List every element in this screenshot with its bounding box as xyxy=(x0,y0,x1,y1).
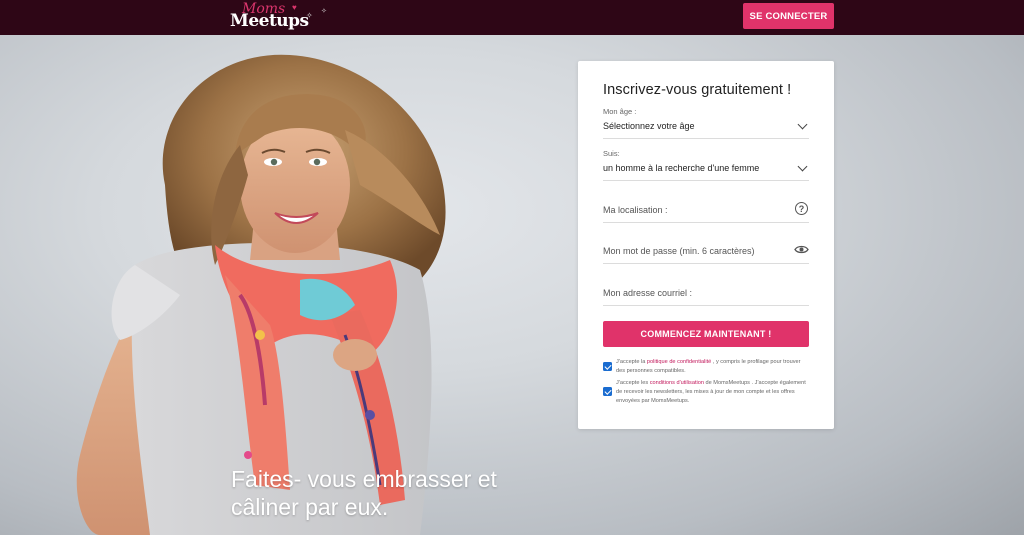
hero-woman-photo xyxy=(76,54,446,535)
hero-tagline: Faites- vous embrasser et câliner par eu… xyxy=(231,465,551,521)
location-input[interactable]: Ma localisation : ? xyxy=(603,201,809,223)
consent1-pre: J'accepte la xyxy=(616,359,647,365)
sparkle-icon: ✧ xyxy=(306,11,313,20)
consent2-pre: J'accepte les xyxy=(616,380,650,386)
login-button[interactable]: SE CONNECTER xyxy=(743,3,834,29)
chevron-down-icon xyxy=(797,119,808,130)
seeking-value: un homme à la recherche d'une femme xyxy=(603,163,760,173)
hero-section: Faites- vous embrasser et câliner par eu… xyxy=(0,35,1024,535)
terms-of-use-link[interactable]: conditions d'utilisation xyxy=(650,380,704,386)
terms-consent-text: J'accepte les conditions d'utilisation d… xyxy=(616,379,811,406)
sparkle-icon: ✧ xyxy=(321,8,327,15)
password-placeholder: Mon mot de passe (min. 6 caractères) xyxy=(603,246,755,256)
privacy-policy-link[interactable]: politique de confidentialité xyxy=(647,359,711,365)
start-now-button[interactable]: COMMENCEZ MAINTENANT ! xyxy=(603,321,809,347)
password-input[interactable]: Mon mot de passe (min. 6 caractères) xyxy=(603,242,809,264)
terms-checkbox[interactable] xyxy=(603,387,612,396)
top-navigation-bar: Moms Meetups ♥ ✧ ✧ SE CONNECTER xyxy=(0,0,1024,35)
age-value: Sélectionnez votre âge xyxy=(603,121,695,131)
tagline-line-1: Faites- vous embrasser et xyxy=(231,466,497,492)
privacy-consent-text: J'accepte la politique de confidentialit… xyxy=(616,358,811,376)
momsmeetups-logo[interactable]: Moms Meetups ♥ ✧ ✧ xyxy=(230,1,330,31)
terms-consent: J'accepte les conditions d'utilisation d… xyxy=(603,379,813,419)
eye-icon[interactable] xyxy=(794,244,809,255)
location-placeholder: Ma localisation : xyxy=(603,205,668,215)
seeking-label: Suis: xyxy=(603,149,620,158)
help-icon[interactable]: ? xyxy=(795,202,808,215)
chevron-down-icon xyxy=(797,161,808,172)
form-title: Inscrivez-vous gratuitement ! xyxy=(603,82,792,98)
email-input[interactable]: Mon adresse courriel : xyxy=(603,284,809,306)
age-select[interactable]: Mon âge : Sélectionnez votre âge xyxy=(603,107,809,139)
privacy-consent: J'accepte la politique de confidentialit… xyxy=(603,358,813,378)
email-placeholder: Mon adresse courriel : xyxy=(603,288,693,298)
age-label: Mon âge : xyxy=(603,107,637,116)
heart-icon: ♥ xyxy=(292,3,297,12)
seeking-select[interactable]: Suis: un homme à la recherche d'une femm… xyxy=(603,149,809,181)
signup-form-card: Inscrivez-vous gratuitement ! Mon âge : … xyxy=(578,61,834,429)
logo-meetups-text: Meetups xyxy=(230,11,309,31)
tagline-line-2: câliner par eux. xyxy=(231,494,389,520)
privacy-checkbox[interactable] xyxy=(603,362,612,371)
